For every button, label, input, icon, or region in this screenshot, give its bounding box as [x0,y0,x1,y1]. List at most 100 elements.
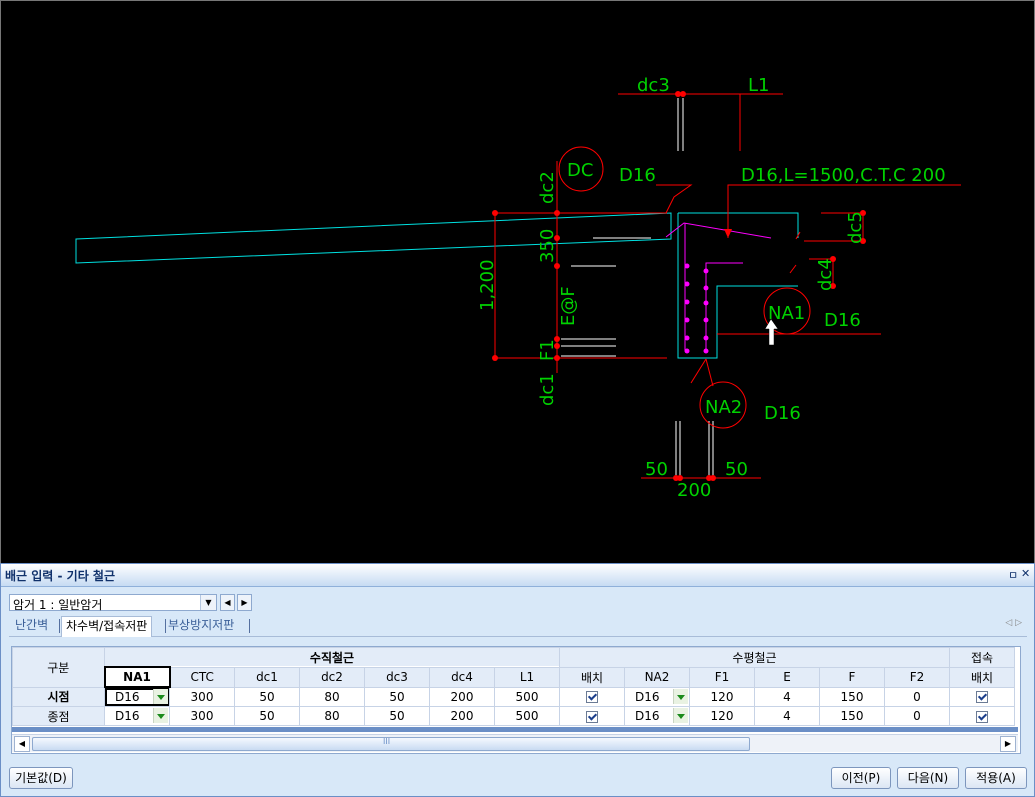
col-header-dc3[interactable]: dc3 [364,666,430,688]
cell-e[interactable]: 4 [754,706,820,726]
header-vertical-rebar: 수직철근 [104,647,560,668]
scroll-right-icon[interactable]: ▶ [1000,736,1016,752]
cell-dc3[interactable]: 50 [364,706,430,726]
label-50-right: 50 [725,459,748,480]
col-header-na2[interactable]: NA2 [624,666,690,688]
placement-checkbox[interactable] [586,691,598,704]
rebar-input-panel: 배근 입력 - 기타 철근 ㅁ ✕ 암거 1 : 일반암거 ▼ ◀ ▶ 난간벽 … [0,563,1035,797]
tab-separator [59,619,60,633]
label-na1: NA1 [768,303,805,324]
scroll-grip-icon: III [383,737,391,746]
cell-placement[interactable] [559,706,625,726]
cell-dc1[interactable]: 50 [234,686,300,707]
prev-button[interactable]: 이전(P) [831,767,891,789]
scroll-thumb[interactable]: III [32,737,750,751]
row-label-end[interactable]: 종점 [12,706,105,726]
chevron-down-icon[interactable] [673,708,688,723]
cell-placement[interactable] [559,686,625,707]
cell-f[interactable]: 150 [819,706,885,726]
col-header-dc2[interactable]: dc2 [299,666,365,688]
cell-na2[interactable]: D16 [624,706,690,726]
row-label-start[interactable]: 시점 [12,686,105,707]
col-header-l1[interactable]: L1 [494,666,560,688]
header-connection: 접속 [949,647,1015,668]
col-header-f2[interactable]: F2 [884,666,950,688]
cell-na2[interactable]: D16 [624,686,690,707]
col-header-na1[interactable]: NA1 [103,666,171,688]
anchor-select[interactable]: 암거 1 : 일반암거 ▼ [9,594,217,612]
conn-placement-checkbox[interactable] [976,691,988,704]
col-header-dc1[interactable]: dc1 [234,666,300,688]
apply-button[interactable]: 적용(A) [965,767,1027,789]
cell-na1[interactable]: D16 [104,706,170,726]
cell-dc4[interactable]: 200 [429,686,495,707]
label-50-left: 50 [645,459,668,480]
conn-placement-checkbox[interactable] [976,710,988,723]
col-header-dc4[interactable]: dc4 [429,666,495,688]
label-f1: F1 [537,339,558,361]
cad-viewport[interactable]: dc3 L1 DC D16 D16,L=1500,C.T.C 200 dc2 d… [0,0,1035,563]
col-header-placement[interactable]: 배치 [559,666,625,688]
cell-dc4[interactable]: 200 [429,706,495,726]
col-header-f[interactable]: F [819,666,885,688]
tab-bar: 난간벽 차수벽/접속저판 부상방지저판 [9,616,1027,637]
cell-f2[interactable]: 0 [884,686,950,707]
placement-checkbox[interactable] [586,710,598,723]
table-row: 시점 D16 300 50 80 50 200 500 D16 120 4 15… [12,686,1015,707]
label-d16-long: D16,L=1500,C.T.C 200 [741,165,946,186]
label-na2: NA2 [705,397,742,418]
tab-separator [249,619,250,633]
cell-na1[interactable]: D16 [104,686,170,707]
chevron-down-icon[interactable] [673,688,688,704]
next-button[interactable]: 다음(N) [897,767,959,789]
na2-combo[interactable]: D16 [626,708,689,725]
cell-dc2[interactable]: 80 [299,686,365,707]
cell-e[interactable]: 4 [754,686,820,707]
cell-dc3[interactable]: 50 [364,686,430,707]
cell-l1[interactable]: 500 [494,686,560,707]
cell-ctc[interactable]: 300 [169,686,235,707]
chevron-down-icon[interactable] [153,708,168,723]
na1-combo[interactable]: D16 [105,688,169,706]
label-d16-na2: D16 [764,403,801,424]
cell-conn-placement[interactable] [949,686,1015,707]
tab-railing-wall[interactable]: 난간벽 [11,616,52,635]
cell-f1[interactable]: 120 [689,706,755,726]
cell-f1[interactable]: 120 [689,686,755,707]
tab-cutoff-wall[interactable]: 차수벽/접속저판 [61,616,153,637]
horizontal-scrollbar[interactable]: ◀ III ▶ [12,734,1018,752]
pin-icon[interactable]: ㅁ [1008,567,1018,583]
label-d16-na1: D16 [824,310,861,331]
na1-value: D16 [115,709,140,723]
cell-f[interactable]: 150 [819,686,885,707]
cell-dc1[interactable]: 50 [234,706,300,726]
panel-title: 배근 입력 - 기타 철근 [5,569,116,583]
cell-ctc[interactable]: 300 [169,706,235,726]
na2-combo[interactable]: D16 [626,688,689,706]
scroll-left-icon[interactable]: ◀ [14,736,30,752]
col-header-f1[interactable]: F1 [689,666,755,688]
col-header-e[interactable]: E [754,666,820,688]
label-dc2: dc2 [537,171,558,204]
label-1200: 1,200 [477,259,498,311]
cell-conn-placement[interactable] [949,706,1015,726]
chevron-down-icon[interactable]: ▼ [200,595,216,610]
label-dc: DC [567,160,593,181]
anchor-select-value: 암거 1 : 일반암거 [13,598,103,612]
label-ef: E@F [558,286,579,326]
cell-f2[interactable]: 0 [884,706,950,726]
chevron-down-icon[interactable] [153,689,168,704]
col-header-ctc[interactable]: CTC [169,666,235,688]
tab-scroll-icon[interactable]: ◁ ▷ [1005,618,1022,628]
default-button[interactable]: 기본값(D) [9,767,73,789]
tab-anti-buoyancy-slab[interactable]: 부상방지저판 [164,616,238,635]
prev-anchor-icon[interactable]: ◀ [220,594,235,611]
panel-titlebar[interactable]: 배근 입력 - 기타 철근 ㅁ ✕ [1,564,1034,587]
cell-dc2[interactable]: 80 [299,706,365,726]
next-anchor-icon[interactable]: ▶ [237,594,252,611]
close-icon[interactable]: ✕ [1021,567,1030,580]
col-header-conn-placement[interactable]: 배치 [949,666,1015,688]
na2-value: D16 [635,709,660,723]
cell-l1[interactable]: 500 [494,706,560,726]
na1-combo[interactable]: D16 [106,708,169,725]
